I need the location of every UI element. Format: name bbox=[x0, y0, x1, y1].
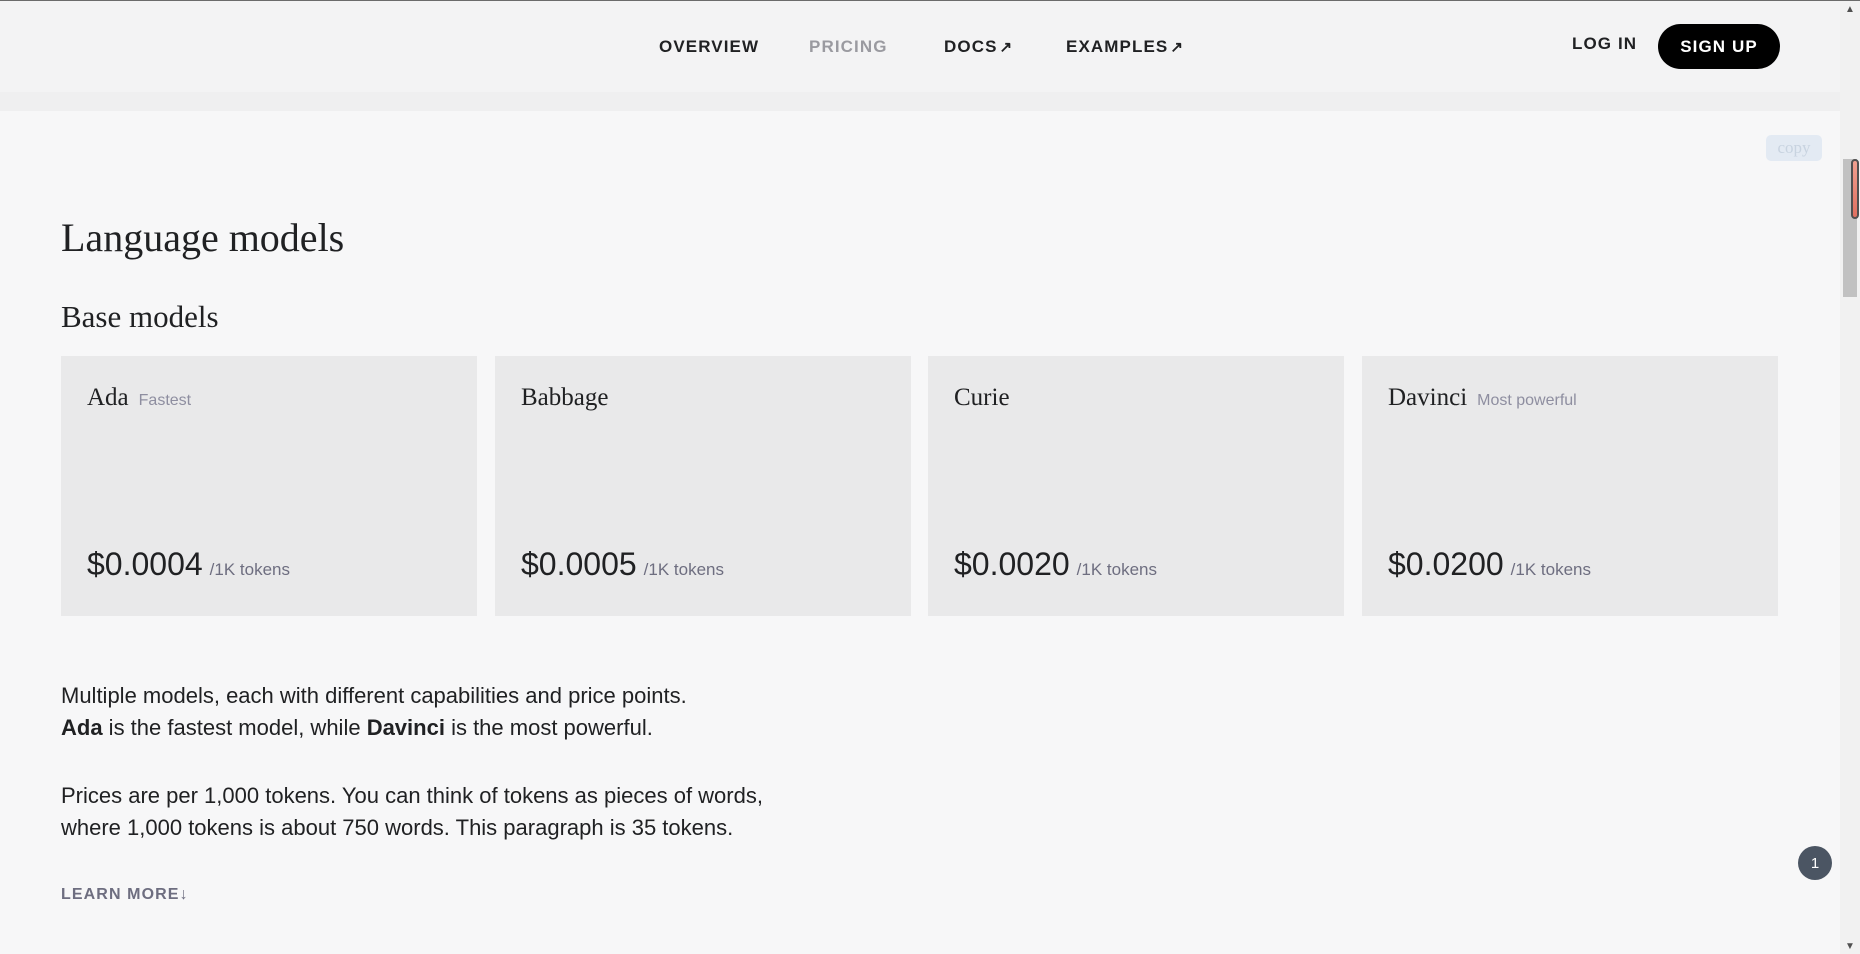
nav-docs-link[interactable]: DOCS ↗ bbox=[944, 37, 1013, 57]
arrow-down-icon: ↓ bbox=[179, 886, 189, 903]
card-price: $0.0020/1K tokens bbox=[954, 546, 1157, 583]
card-price: $0.0005/1K tokens bbox=[521, 546, 724, 583]
nav-examples-link[interactable]: EXAMPLES ↗ bbox=[1066, 37, 1184, 57]
scroll-marker bbox=[1851, 159, 1859, 219]
description-line: where 1,000 tokens is about 750 words. T… bbox=[61, 815, 734, 840]
signup-button[interactable]: SIGN UP bbox=[1658, 24, 1780, 69]
learn-more-label: LEARN MORE bbox=[61, 886, 180, 903]
copy-button[interactable]: copy bbox=[1766, 135, 1822, 161]
model-name: Babbage bbox=[521, 384, 609, 411]
price-value: $0.0005 bbox=[521, 546, 637, 582]
model-cards: Ada Fastest $0.0004/1K tokens Babbage $0.… bbox=[61, 356, 1778, 616]
card-title: Ada Fastest bbox=[87, 384, 191, 412]
price-value: $0.0200 bbox=[1388, 546, 1504, 582]
price-unit: /1K tokens bbox=[1076, 560, 1157, 579]
section-title: Language models bbox=[61, 215, 345, 260]
nav-pricing-link[interactable]: PRICING bbox=[809, 37, 888, 57]
model-tag: Fastest bbox=[138, 392, 192, 409]
card-title: Curie bbox=[954, 384, 1010, 412]
card-price: $0.0004/1K tokens bbox=[87, 546, 290, 583]
card-title: Babbage bbox=[521, 384, 608, 412]
model-name: Ada bbox=[87, 384, 129, 411]
model-card-babbage: Babbage $0.0005/1K tokens bbox=[495, 356, 911, 616]
description-line: Prices are per 1,000 tokens. You can thi… bbox=[61, 783, 763, 808]
price-unit: /1K tokens bbox=[1510, 560, 1591, 579]
description-text: is the fastest model, while bbox=[102, 715, 367, 740]
model-name: Davinci bbox=[1388, 384, 1468, 411]
price-unit: /1K tokens bbox=[209, 560, 290, 579]
model-name: Curie bbox=[954, 384, 1010, 411]
login-link[interactable]: LOG IN bbox=[1572, 34, 1637, 54]
external-link-icon: ↗ bbox=[999, 39, 1014, 56]
models-description: Multiple models, each with different cap… bbox=[61, 680, 861, 744]
scroll-down-arrow-icon[interactable]: ▼ bbox=[1840, 938, 1860, 954]
card-title: Davinci Most powerful bbox=[1388, 384, 1577, 412]
page-scrollbar[interactable]: ▲ ▼ bbox=[1840, 1, 1860, 954]
card-price: $0.0200/1K tokens bbox=[1388, 546, 1591, 583]
description-text: is the most powerful. bbox=[444, 715, 653, 740]
tokens-description: Prices are per 1,000 tokens. You can thi… bbox=[61, 780, 861, 844]
nav-examples-label: EXAMPLES bbox=[1066, 37, 1169, 56]
pricing-page: OVERVIEW PRICING DOCS ↗ EXAMPLES ↗ LOG IN … bbox=[0, 0, 1860, 954]
nav-docs-label: DOCS bbox=[944, 37, 998, 56]
model-card-ada: Ada Fastest $0.0004/1K tokens bbox=[61, 356, 477, 616]
price-value: $0.0020 bbox=[954, 546, 1070, 582]
price-unit: /1K tokens bbox=[643, 560, 724, 579]
ada-emphasis: Ada bbox=[61, 715, 103, 740]
nav-links: OVERVIEW PRICING DOCS ↗ EXAMPLES ↗ bbox=[0, 37, 1840, 61]
model-tag: Most powerful bbox=[1477, 392, 1577, 409]
price-value: $0.0004 bbox=[87, 546, 203, 582]
learn-more-link[interactable]: LEARN MORE↓ bbox=[61, 886, 189, 904]
model-card-davinci: Davinci Most powerful $0.0200/1K tokens bbox=[1362, 356, 1778, 616]
top-navbar: OVERVIEW PRICING DOCS ↗ EXAMPLES ↗ LOG IN … bbox=[0, 1, 1840, 111]
external-link-icon: ↗ bbox=[1170, 39, 1184, 56]
description-line: Multiple models, each with different cap… bbox=[61, 683, 687, 708]
davinci-emphasis: Davinci bbox=[366, 715, 445, 740]
notification-badge[interactable]: 1 bbox=[1798, 846, 1832, 880]
subsection-title: Base models bbox=[61, 299, 219, 334]
model-card-curie: Curie $0.0020/1K tokens bbox=[928, 356, 1344, 616]
scroll-up-arrow-icon[interactable]: ▲ bbox=[1840, 1, 1860, 17]
nav-overview-link[interactable]: OVERVIEW bbox=[659, 37, 759, 57]
